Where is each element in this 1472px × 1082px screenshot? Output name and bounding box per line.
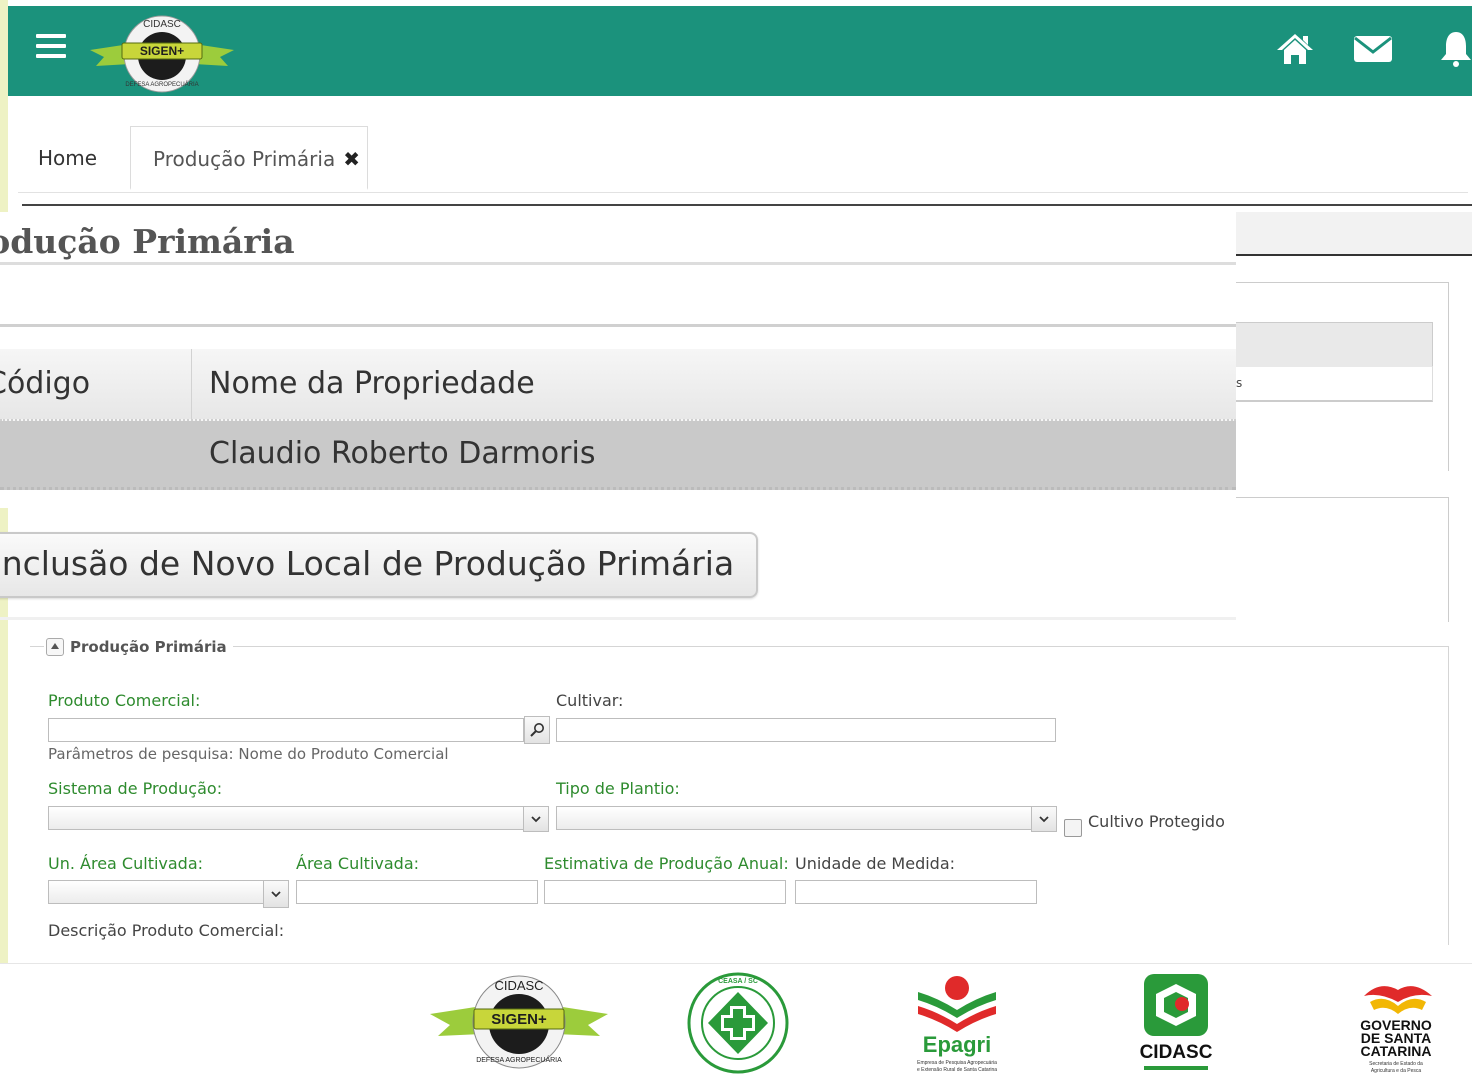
search-icon — [530, 723, 544, 737]
epagri-logo: Epagri Empresa de Pesquisa Agropecuária … — [917, 976, 997, 1073]
sigen-footer-bottom: DEFESA AGROPECUÁRIA — [476, 1055, 562, 1064]
unidade-medida-label: Unidade de Medida: — [795, 854, 956, 873]
footer-logos: SIGEN+ CIDASC DEFESA AGROPECUÁRIA CEASA … — [0, 963, 1472, 1082]
cultivar-input[interactable] — [556, 718, 1056, 742]
estimativa-label: Estimativa de Produção Anual: — [544, 854, 789, 873]
page-title: Produção Primária — [0, 222, 295, 261]
page-divider — [22, 204, 1472, 206]
epagri-logo-text: Epagri — [923, 1032, 991, 1057]
top-navigation-bar: SIGEN+ CIDASC DEFESA AGROPECUÁRIA — [8, 6, 1472, 96]
bell-icon[interactable] — [1436, 28, 1472, 68]
ceasa-logo-text: CEASA / SC — [718, 978, 758, 985]
sigen-logo[interactable]: SIGEN+ CIDASC DEFESA AGROPECUÁRIA — [82, 10, 242, 96]
chevron-down-icon — [1039, 816, 1049, 823]
title-divider — [0, 262, 1236, 265]
produto-comercial-hint: Parâmetros de pesquisa: Nome do Produto … — [48, 745, 449, 763]
grid-cell-fragment: s — [1236, 376, 1243, 390]
un-area-select[interactable] — [48, 880, 264, 904]
tipo-plantio-label: Tipo de Plantio: — [556, 779, 680, 798]
sigen-logo-text: SIGEN+ — [140, 44, 184, 58]
collapse-icon[interactable] — [46, 638, 64, 656]
cultivo-protegido-label: Cultivo Protegido — [1088, 812, 1225, 831]
chevron-down-icon — [531, 816, 541, 823]
new-location-button[interactable]: Inclusão de Novo Local de Produção Primá… — [0, 532, 759, 598]
cidasc-logo: CIDASC — [1140, 974, 1213, 1070]
unidade-medida-input[interactable] — [795, 880, 1037, 904]
new-location-panel — [1236, 497, 1449, 622]
governo-logo-sub2: Agricultura e da Pesca — [1371, 1068, 1422, 1074]
menu-icon[interactable] — [36, 34, 66, 62]
magnified-panel: Produção Primária Código Nome da Proprie… — [0, 212, 1236, 508]
mail-icon[interactable] — [1352, 28, 1394, 68]
sigen-footer-text: SIGEN+ — [491, 1011, 547, 1028]
grid-header-nome-propriedade[interactable]: Nome da Propriedade — [209, 349, 535, 419]
tipo-plantio-dropdown[interactable] — [1031, 806, 1057, 832]
sigen-logo-arc: CIDASC — [143, 19, 181, 30]
cultivo-protegido-checkbox[interactable] — [1064, 819, 1082, 837]
grid-cell-nome: Claudio Roberto Darmoris — [209, 436, 596, 471]
fieldset-legend-label: Produção Primária — [70, 638, 227, 656]
sigen-footer-logo: SIGEN+ CIDASC DEFESA AGROPECUÁRIA — [430, 975, 608, 1069]
estimativa-input[interactable] — [544, 880, 786, 904]
tipo-plantio-select[interactable] — [556, 806, 1032, 830]
descricao-label: Descrição Produto Comercial: — [48, 921, 285, 940]
tab-bar: Home Produção Primária ✖ — [18, 126, 1468, 193]
properties-grid-header — [1236, 322, 1433, 367]
produto-comercial-label: Produto Comercial: — [48, 691, 201, 710]
governo-logo-line3: CATARINA — [1360, 1043, 1431, 1059]
produto-comercial-input[interactable] — [48, 718, 524, 742]
properties-grid-row: s — [1236, 366, 1433, 402]
sistema-producao-select[interactable] — [48, 806, 524, 830]
area-cultivada-label: Área Cultivada: — [296, 854, 420, 873]
un-area-dropdown[interactable] — [263, 880, 289, 908]
grid-header-row: Código Nome da Propriedade — [0, 349, 1236, 421]
grid-header-codigo[interactable]: Código — [0, 349, 192, 419]
epagri-logo-sub2: e Extensão Rural de Santa Catarina — [917, 1067, 997, 1073]
tab-label: Produção Primária — [153, 147, 336, 171]
ceasa-logo: CEASA / SC — [687, 972, 789, 1074]
properties-grid: Código Nome da Propriedade Claudio Rober… — [0, 324, 1236, 493]
home-icon[interactable] — [1275, 28, 1315, 68]
page-title-bar — [1236, 212, 1472, 256]
chevron-down-icon — [271, 891, 281, 898]
sistema-producao-label: Sistema de Produção: — [48, 779, 223, 798]
close-icon[interactable]: ✖ — [343, 147, 360, 171]
sigen-footer-arc: CIDASC — [494, 978, 543, 993]
fieldset-legend[interactable]: Produção Primária — [44, 636, 233, 658]
sigen-logo-bottom: DEFESA AGROPECUÁRIA — [125, 81, 198, 88]
cultivar-label: Cultivar: — [556, 691, 624, 710]
sistema-producao-dropdown[interactable] — [523, 806, 549, 832]
tab-home[interactable]: Home — [38, 126, 128, 190]
governo-sc-logo: GOVERNO DE SANTA CATARINA Secretaria de … — [1360, 986, 1432, 1074]
search-button[interactable] — [524, 716, 550, 744]
table-row[interactable]: Claudio Roberto Darmoris — [0, 421, 1236, 490]
button-divider — [0, 617, 1236, 620]
epagri-logo-sub1: Empresa de Pesquisa Agropecuária — [917, 1060, 997, 1066]
area-cultivada-input[interactable] — [296, 880, 538, 904]
un-area-label: Un. Área Cultivada: — [48, 854, 204, 873]
cidasc-logo-text: CIDASC — [1140, 1042, 1213, 1063]
tab-producao-primaria[interactable]: Produção Primária ✖ — [130, 126, 368, 190]
governo-logo-sub1: Secretaria de Estado da — [1369, 1061, 1423, 1067]
